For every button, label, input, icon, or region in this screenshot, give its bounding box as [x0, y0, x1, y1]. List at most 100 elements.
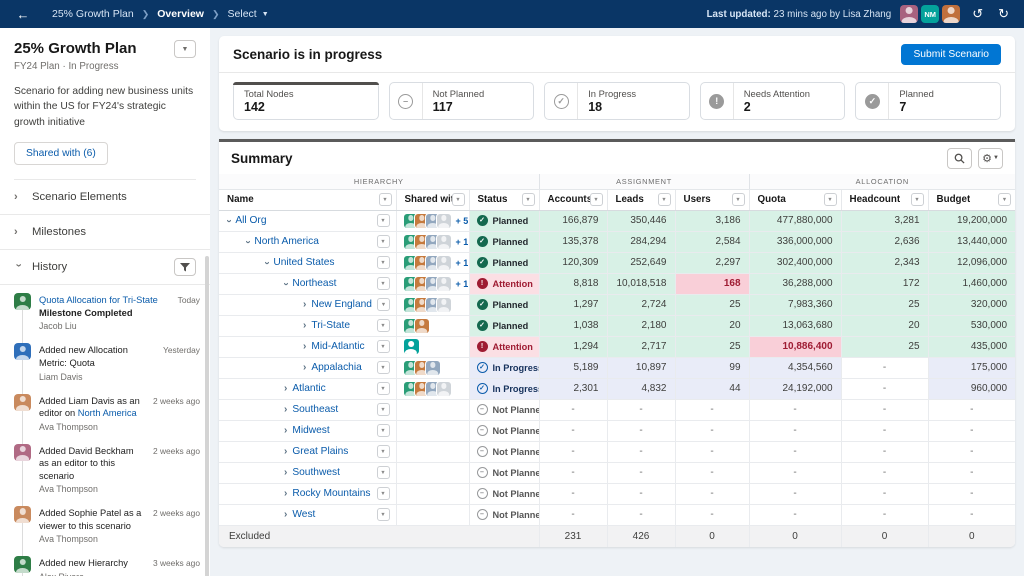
user-avatar[interactable]	[437, 298, 451, 312]
sidebar-scrollbar[interactable]	[205, 256, 209, 576]
redo-icon[interactable]: ↻	[995, 6, 1012, 22]
column-menu-button[interactable]: ▼	[379, 193, 392, 206]
row-menu-button[interactable]: ▼	[377, 256, 390, 269]
row-menu-button[interactable]: ▼	[377, 487, 390, 500]
row-menu-button[interactable]: ▼	[377, 382, 390, 395]
column-menu-button[interactable]: ▼	[732, 193, 745, 206]
status-badge: ✓Planned	[470, 320, 539, 331]
user-avatar[interactable]	[437, 235, 451, 249]
sidebar: 25% Growth Plan ▼ FY24 Plan · In Progres…	[0, 28, 210, 576]
node-name-link[interactable]: Rocky Mountains	[292, 488, 370, 499]
tile-not-planned[interactable]: –Not Planned117	[389, 82, 535, 120]
chevron-right-icon[interactable]: ›	[284, 405, 287, 415]
tile-planned[interactable]: ✓Planned7	[855, 82, 1001, 120]
node-name-link[interactable]: North America	[254, 236, 319, 247]
node-name-link[interactable]: Southwest	[292, 467, 340, 478]
node-name-link[interactable]: West	[292, 509, 315, 520]
breadcrumb-select[interactable]: Select	[228, 8, 257, 20]
row-menu-button[interactable]: ▼	[377, 403, 390, 416]
row-menu-button[interactable]: ▼	[377, 424, 390, 437]
column-menu-button[interactable]: ▼	[658, 193, 671, 206]
history-link[interactable]: North America	[78, 408, 137, 418]
chevron-right-icon[interactable]: ›	[303, 342, 306, 352]
history-text-part: Added Sophie Patel as a viewer to this s…	[39, 508, 141, 531]
row-menu-button[interactable]: ▼	[377, 361, 390, 374]
history-link[interactable]: Quota Allocation for Tri-State	[39, 295, 158, 305]
column-menu-button[interactable]: ▼	[824, 193, 837, 206]
node-name-link[interactable]: Southeast	[292, 404, 338, 415]
chevron-right-icon[interactable]: ›	[284, 384, 287, 394]
more-collaborators-count[interactable]: + 1	[456, 279, 469, 289]
node-name-link[interactable]: Midwest	[292, 425, 329, 436]
row-menu-button[interactable]: ▼	[377, 340, 390, 353]
row-menu-button[interactable]: ▼	[377, 298, 390, 311]
section-history[interactable]: › History	[0, 250, 210, 285]
row-menu-button[interactable]: ▼	[377, 319, 390, 332]
node-name-link[interactable]: New England	[311, 299, 372, 310]
node-name-link[interactable]: Northeast	[292, 278, 336, 289]
user-avatar[interactable]	[942, 5, 960, 23]
status-icon: –	[477, 467, 488, 478]
more-collaborators-count[interactable]: + 1	[456, 258, 469, 268]
chevron-right-icon[interactable]: ›	[303, 363, 306, 373]
user-avatar[interactable]: NM	[921, 5, 939, 23]
tile-in-progress[interactable]: ✓In Progress18	[544, 82, 690, 120]
tile-total-nodes[interactable]: Total Nodes142	[233, 82, 379, 120]
history-text-part: Added new Allocation Metric: Quota	[39, 345, 128, 368]
chevron-down-icon[interactable]: ›	[262, 261, 272, 264]
node-name-link[interactable]: Atlantic	[292, 383, 325, 394]
user-icon-avatar[interactable]	[404, 339, 419, 354]
submit-scenario-button[interactable]: Submit Scenario	[901, 44, 1001, 65]
section-scenario-elements[interactable]: ›Scenario Elements	[0, 180, 210, 215]
undo-icon[interactable]: ↺	[969, 6, 986, 22]
chevron-right-icon[interactable]: ›	[284, 468, 287, 478]
chevron-right-icon[interactable]: ›	[284, 447, 287, 457]
more-collaborators-count[interactable]: + 5	[456, 216, 469, 226]
row-menu-button[interactable]: ▼	[377, 235, 390, 248]
user-avatar[interactable]	[437, 277, 451, 291]
search-button[interactable]	[947, 148, 972, 169]
table-row: ›Atlantic▼✓In Progress2,3014,8324424,192…	[219, 378, 1015, 399]
row-menu-button[interactable]: ▼	[377, 214, 390, 227]
row-menu-button[interactable]: ▼	[377, 508, 390, 521]
column-menu-button[interactable]: ▼	[911, 193, 924, 206]
node-name-link[interactable]: Mid-Atlantic	[311, 341, 364, 352]
plan-menu-button[interactable]: ▼	[174, 40, 196, 58]
chevron-down-icon[interactable]: ›	[243, 240, 253, 243]
breadcrumb-plan[interactable]: 25% Growth Plan	[52, 8, 134, 20]
user-avatar[interactable]	[426, 361, 440, 375]
chevron-down-icon[interactable]: ›	[224, 219, 234, 222]
row-menu-button[interactable]: ▼	[377, 277, 390, 290]
column-menu-button[interactable]: ▼	[998, 193, 1011, 206]
filter-button[interactable]	[174, 258, 196, 276]
node-name-link[interactable]: Great Plains	[292, 446, 348, 457]
user-avatar[interactable]	[437, 382, 451, 396]
user-avatar[interactable]	[415, 319, 429, 333]
column-menu-button[interactable]: ▼	[522, 193, 535, 206]
row-menu-button[interactable]: ▼	[377, 445, 390, 458]
user-avatar[interactable]	[437, 214, 451, 228]
back-arrow-icon[interactable]: ←	[12, 7, 34, 22]
column-menu-button[interactable]: ▼	[590, 193, 603, 206]
node-name-link[interactable]: Appalachia	[311, 362, 361, 373]
user-avatar[interactable]	[437, 256, 451, 270]
node-name-link[interactable]: United States	[273, 257, 334, 268]
breadcrumb-overview[interactable]: Overview	[157, 8, 204, 20]
node-name-link[interactable]: All Org	[235, 215, 266, 226]
node-name-link[interactable]: Tri-State	[311, 320, 350, 331]
tile-needs-attention[interactable]: !Needs Attention2	[700, 82, 846, 120]
user-avatar[interactable]	[900, 5, 918, 23]
settings-button[interactable]: ⚙ ▼	[978, 148, 1003, 169]
more-collaborators-count[interactable]: + 1	[456, 237, 469, 247]
chevron-right-icon[interactable]: ›	[303, 321, 306, 331]
chevron-right-icon[interactable]: ›	[303, 300, 306, 310]
chevron-down-icon[interactable]: ▼	[262, 11, 269, 18]
row-menu-button[interactable]: ▼	[377, 466, 390, 479]
section-milestones[interactable]: ›Milestones	[0, 215, 210, 250]
chevron-down-icon[interactable]: ›	[281, 282, 291, 285]
chevron-right-icon[interactable]: ›	[284, 510, 287, 520]
chevron-right-icon[interactable]: ›	[284, 426, 287, 436]
chevron-right-icon[interactable]: ›	[284, 489, 287, 499]
shared-with-button[interactable]: Shared with (6)	[14, 142, 108, 165]
column-menu-button[interactable]: ▼	[452, 193, 465, 206]
